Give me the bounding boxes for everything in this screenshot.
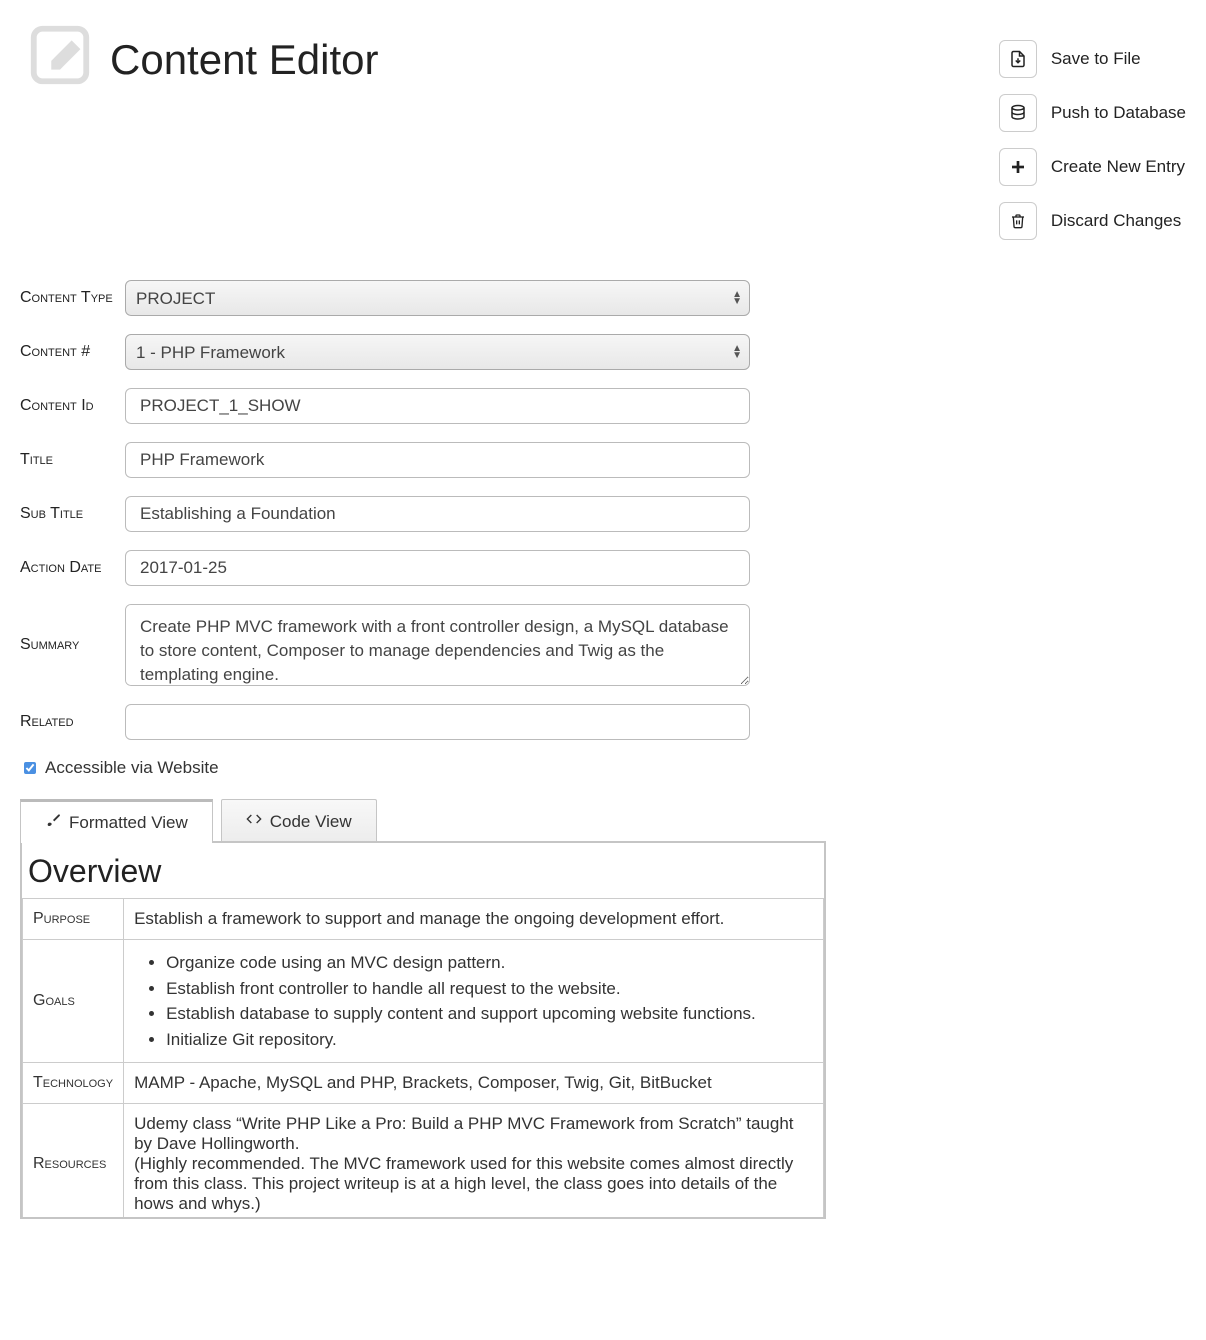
page-title: Content Editor [110, 36, 999, 84]
list-item: Initialize Git repository. [166, 1027, 813, 1053]
accessible-checkbox[interactable] [24, 762, 36, 774]
title-label: Title [20, 451, 125, 469]
technology-value: MAMP - Apache, MySQL and PHP, Brackets, … [124, 1063, 824, 1104]
purpose-label: Purpose [23, 899, 124, 940]
view-tabs: Formatted View Code View [20, 798, 1186, 842]
table-row: Resources Udemy class “Write PHP Like a … [23, 1104, 824, 1220]
list-item: Organize code using an MVC design patter… [166, 950, 813, 976]
content-pane: Overview Purpose Establish a framework t… [20, 841, 826, 1219]
push-to-database-label: Push to Database [1051, 103, 1186, 123]
action-panel: Save to File Push to Database Create New… [999, 40, 1186, 240]
brush-icon [45, 812, 61, 833]
content-id-input[interactable] [125, 388, 750, 424]
tab-formatted-view[interactable]: Formatted View [20, 799, 213, 843]
table-row: Goals Organize code using an MVC design … [23, 940, 824, 1063]
resources-label: Resources [23, 1104, 124, 1220]
content-id-label: Content Id [20, 397, 125, 415]
sub-title-input[interactable] [125, 496, 750, 532]
summary-label: Summary [20, 636, 125, 654]
save-to-file-button[interactable]: Save to File [999, 40, 1186, 78]
accessible-label: Accessible via Website [45, 758, 219, 778]
title-input[interactable] [125, 442, 750, 478]
sub-title-label: Sub Title [20, 505, 125, 523]
goals-value: Organize code using an MVC design patter… [124, 940, 824, 1063]
table-row: Technology MAMP - Apache, MySQL and PHP,… [23, 1063, 824, 1104]
form-area: Content Type PROJECT ▲▼ Content # 1 - PH… [20, 280, 750, 778]
purpose-value: Establish a framework to support and man… [124, 899, 824, 940]
content-number-select[interactable]: 1 - PHP Framework [125, 334, 750, 370]
table-row: Purpose Establish a framework to support… [23, 899, 824, 940]
tab-code-view[interactable]: Code View [221, 799, 377, 843]
resources-value: Udemy class “Write PHP Like a Pro: Build… [124, 1104, 824, 1220]
plus-icon [999, 148, 1037, 186]
list-item: Establish front controller to handle all… [166, 976, 813, 1002]
goals-label: Goals [23, 940, 124, 1063]
edit-icon [20, 20, 100, 90]
list-item: Establish database to supply content and… [166, 1001, 813, 1027]
content-type-label: Content Type [20, 289, 125, 307]
content-number-label: Content # [20, 343, 125, 361]
save-to-file-label: Save to File [1051, 49, 1141, 69]
database-icon [999, 94, 1037, 132]
tab-code-label: Code View [270, 812, 352, 832]
overview-heading: Overview [28, 853, 824, 890]
discard-changes-label: Discard Changes [1051, 211, 1181, 231]
action-date-label: Action Date [20, 559, 125, 577]
action-date-input[interactable] [125, 550, 750, 586]
content-type-select[interactable]: PROJECT [125, 280, 750, 316]
discard-changes-button[interactable]: Discard Changes [999, 202, 1186, 240]
related-label: Related [20, 713, 125, 731]
trash-icon [999, 202, 1037, 240]
related-input[interactable] [125, 704, 750, 740]
create-new-entry-button[interactable]: Create New Entry [999, 148, 1186, 186]
code-icon [246, 811, 262, 832]
summary-textarea[interactable]: Create PHP MVC framework with a front co… [125, 604, 750, 686]
technology-label: Technology [23, 1063, 124, 1104]
save-file-icon [999, 40, 1037, 78]
tab-formatted-label: Formatted View [69, 813, 188, 833]
push-to-database-button[interactable]: Push to Database [999, 94, 1186, 132]
overview-table: Purpose Establish a framework to support… [22, 898, 824, 1219]
create-new-entry-label: Create New Entry [1051, 157, 1185, 177]
